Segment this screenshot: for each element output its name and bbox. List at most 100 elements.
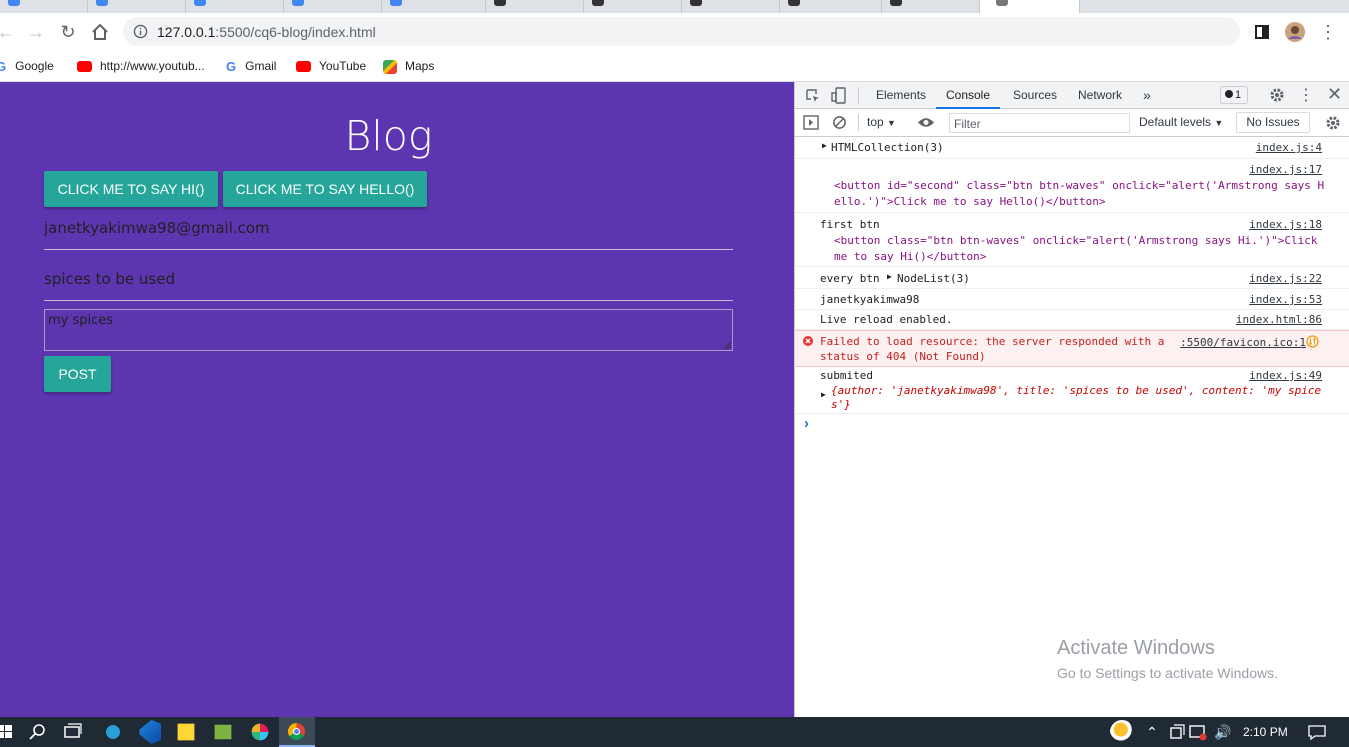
app-icon[interactable] bbox=[101, 720, 125, 744]
expand-triangle-icon[interactable]: ▶ bbox=[822, 141, 827, 150]
log-text[interactable]: NodeList(3) bbox=[897, 272, 970, 285]
back-icon[interactable]: ← bbox=[0, 20, 18, 44]
log-object-preview[interactable]: {author: 'janetkyakimwa98', title: 'spic… bbox=[831, 384, 1321, 397]
youtube-icon bbox=[296, 61, 311, 73]
side-panel-icon[interactable] bbox=[1250, 20, 1274, 44]
live-expression-eye-icon[interactable] bbox=[917, 116, 935, 129]
settings-gear-icon[interactable] bbox=[1269, 87, 1285, 103]
bookmark-label: Maps bbox=[405, 59, 435, 73]
console-prompt[interactable]: › bbox=[804, 415, 809, 432]
log-source-link[interactable]: index.html:86 bbox=[1236, 313, 1322, 326]
forward-icon[interactable]: → bbox=[24, 20, 48, 44]
activate-windows-title: Activate Windows bbox=[1057, 637, 1215, 659]
console-message: ▶ HTMLCollection(3) index.js:4 bbox=[795, 138, 1349, 159]
log-text[interactable]: HTMLCollection(3) bbox=[831, 141, 944, 154]
log-source-link[interactable]: index.js:22 bbox=[1249, 272, 1322, 285]
say-hello-button[interactable]: CLICK ME TO SAY HELLO() bbox=[223, 171, 427, 207]
bookmark-youtube[interactable]: YouTube bbox=[296, 56, 366, 76]
profile-avatar-icon[interactable] bbox=[1283, 20, 1307, 44]
app-icon[interactable] bbox=[214, 724, 232, 740]
post-button[interactable]: POST bbox=[44, 356, 111, 392]
search-icon[interactable] bbox=[26, 720, 50, 744]
address-bar[interactable]: 127.0.0.1:5500/cq6-blog/index.html bbox=[123, 17, 1240, 46]
title-input[interactable]: spices to be used bbox=[44, 270, 733, 301]
bookmark-gmail[interactable]: G Gmail bbox=[226, 56, 276, 76]
expand-triangle-icon[interactable]: ▶ bbox=[887, 272, 892, 281]
bookmark-maps[interactable]: Maps bbox=[383, 56, 434, 76]
home-icon[interactable] bbox=[88, 20, 112, 44]
chevron-up-icon[interactable]: ⌃ bbox=[1140, 720, 1164, 744]
sidebar-toggle-icon[interactable] bbox=[803, 115, 819, 130]
browser-tab[interactable] bbox=[186, 0, 284, 13]
log-text: submited bbox=[820, 369, 873, 382]
context-selector[interactable]: top ▼ bbox=[867, 115, 896, 129]
devtools-menu-icon[interactable]: ⋮ bbox=[1298, 85, 1314, 105]
say-hi-button[interactable]: CLICK ME TO SAY HI() bbox=[44, 171, 218, 207]
google-icon: G bbox=[226, 58, 237, 74]
task-view-icon[interactable] bbox=[61, 720, 85, 744]
expand-triangle-icon[interactable]: ▶ bbox=[821, 390, 826, 399]
close-devtools-icon[interactable]: ✕ bbox=[1327, 84, 1342, 105]
log-html-line[interactable]: ello.')">Click me to say Hello()</button… bbox=[834, 195, 1106, 208]
context-label: top bbox=[867, 115, 884, 129]
weather-icon[interactable] bbox=[1110, 720, 1134, 744]
browser-tab[interactable] bbox=[0, 0, 88, 13]
inspect-element-icon[interactable] bbox=[805, 88, 821, 104]
log-levels-dropdown[interactable]: Default levels ▼ bbox=[1139, 115, 1223, 129]
author-input[interactable]: janetkyakimwa98@gmail.com bbox=[44, 219, 733, 250]
volume-icon[interactable]: 🔊 bbox=[1211, 720, 1235, 744]
log-source-link[interactable]: index.js:4 bbox=[1256, 141, 1322, 154]
youtube-icon bbox=[77, 61, 92, 73]
browser-tab[interactable] bbox=[382, 0, 486, 13]
bookmark-google[interactable]: G Google bbox=[0, 56, 54, 76]
console-message: every btn ▶ NodeList(3) index.js:22 bbox=[795, 267, 1349, 289]
file-explorer-icon[interactable] bbox=[177, 723, 195, 741]
log-source-link[interactable]: index.js:17 bbox=[1249, 163, 1322, 176]
browser-tab[interactable] bbox=[486, 0, 584, 13]
console-settings-gear-icon[interactable] bbox=[1325, 115, 1341, 131]
device-toolbar-icon[interactable] bbox=[831, 87, 847, 104]
notification-icon[interactable] bbox=[1305, 720, 1329, 744]
log-source-link[interactable]: index.js:18 bbox=[1249, 218, 1322, 231]
tab-console[interactable]: Console bbox=[936, 82, 1000, 109]
browser-tab[interactable] bbox=[682, 0, 780, 13]
reload-icon[interactable]: ↻ bbox=[56, 20, 80, 44]
browser-tab[interactable] bbox=[88, 0, 186, 13]
more-tabs-icon[interactable]: » bbox=[1143, 82, 1151, 109]
browser-tab[interactable] bbox=[780, 0, 882, 13]
log-html-line[interactable]: <button id="second" class="btn btn-waves… bbox=[834, 179, 1324, 192]
content-textarea[interactable]: my spices bbox=[44, 309, 733, 351]
clear-console-icon[interactable] bbox=[832, 115, 847, 130]
log-html-line[interactable]: me to say Hi()</button> bbox=[834, 250, 986, 263]
network-request-icon[interactable] bbox=[1306, 335, 1319, 348]
browser-tab[interactable] bbox=[284, 0, 382, 13]
menu-kebab-icon[interactable]: ⋮ bbox=[1316, 20, 1340, 44]
slack-icon[interactable] bbox=[251, 723, 269, 741]
tab-sources[interactable]: Sources bbox=[1013, 82, 1057, 109]
browser-tab[interactable] bbox=[882, 0, 980, 13]
info-icon[interactable] bbox=[133, 24, 148, 39]
clock-time[interactable]: 2:10 PM bbox=[1243, 725, 1288, 739]
issues-counter[interactable]: 1 bbox=[1220, 86, 1248, 104]
display-icon[interactable] bbox=[1186, 720, 1210, 744]
log-source-link[interactable]: index.js:49 bbox=[1249, 369, 1322, 382]
console-filter-input[interactable]: Filter bbox=[949, 113, 1130, 133]
browser-tab-active[interactable] bbox=[980, 0, 1080, 13]
tab-elements[interactable]: Elements bbox=[876, 82, 926, 109]
browser-tab[interactable] bbox=[584, 0, 682, 13]
console-error-message: Failed to load resource: the server resp… bbox=[795, 330, 1349, 367]
tab-network[interactable]: Network bbox=[1078, 82, 1122, 109]
log-object-preview[interactable]: s'} bbox=[831, 398, 851, 411]
issues-button[interactable]: No Issues bbox=[1236, 112, 1310, 133]
vscode-icon[interactable] bbox=[139, 720, 161, 744]
error-text: status of 404 (Not Found) bbox=[820, 350, 986, 363]
bookmark-youtube-url[interactable]: http://www.youtub... bbox=[77, 56, 205, 76]
windows-start-icon[interactable] bbox=[0, 720, 17, 744]
log-source-link[interactable]: index.js:53 bbox=[1249, 293, 1322, 306]
log-html-line[interactable]: <button class="btn btn-waves" onclick="a… bbox=[834, 234, 1317, 247]
log-source-link[interactable]: :5500/favicon.ico:1 bbox=[1180, 336, 1306, 349]
chrome-taskbar-button[interactable] bbox=[279, 717, 315, 747]
console-message: janetkyakimwa98 index.js:53 bbox=[795, 289, 1349, 310]
resize-handle-icon[interactable] bbox=[723, 341, 731, 349]
bookmark-label: Google bbox=[15, 59, 54, 73]
